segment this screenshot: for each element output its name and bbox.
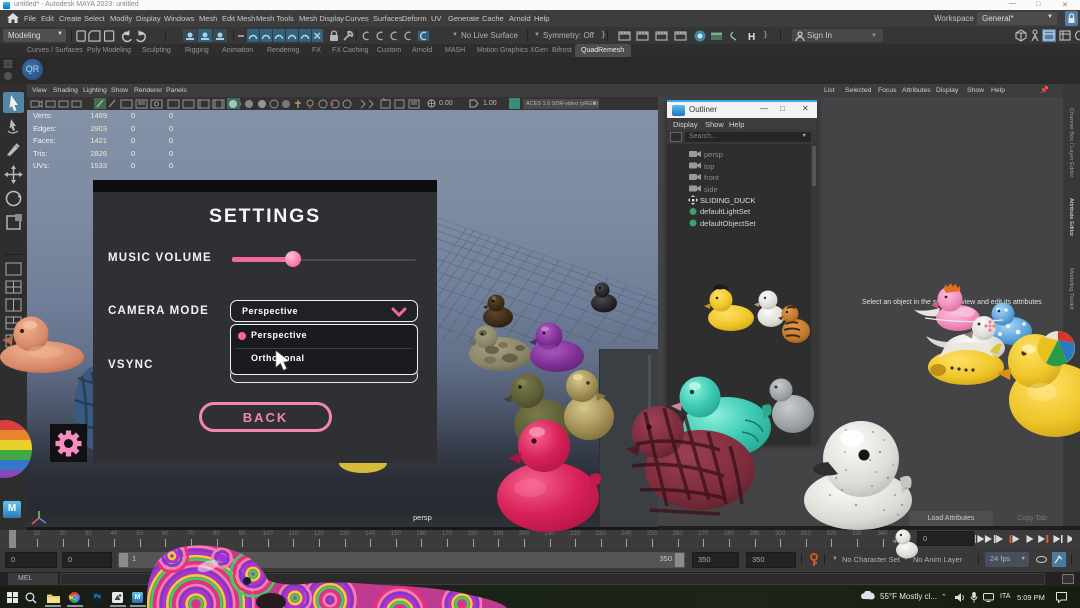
svg-text:H: H	[748, 32, 755, 42]
